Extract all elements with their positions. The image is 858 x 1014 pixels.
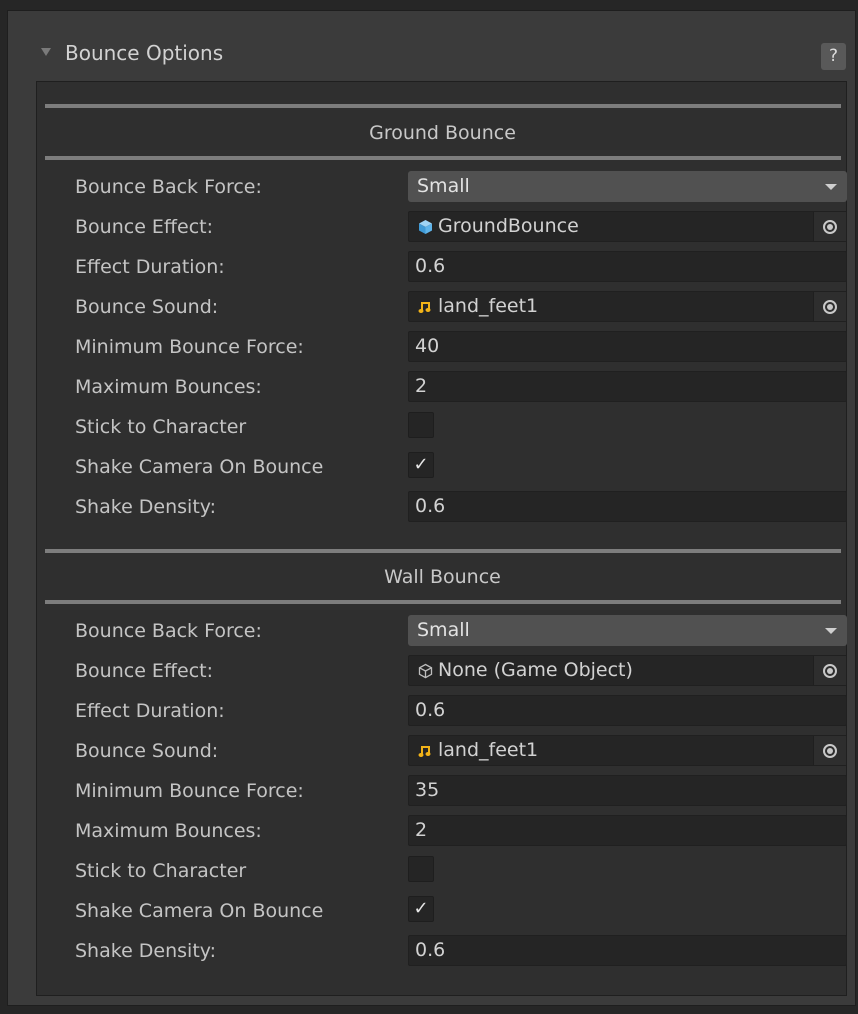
object-value: land_feet1	[438, 295, 539, 317]
wall-effect-duration-label: Effect Duration:	[75, 700, 225, 722]
ground-bounce-back-force-label: Bounce Back Force:	[75, 176, 262, 198]
wall-bounce-sound-label: Bounce Sound:	[75, 740, 219, 762]
wall-shake-camera-label: Shake Camera On Bounce	[75, 900, 324, 922]
ground-bounce-sound-field[interactable]: land_feet1	[408, 291, 847, 322]
wall-shake-density-label: Shake Density:	[75, 940, 217, 962]
object-picker-dot	[827, 304, 833, 310]
ground-bounce-sound-label: Bounce Sound:	[75, 296, 219, 318]
ground-effect-duration-input[interactable]: 0.6	[408, 251, 847, 282]
wall-stick-to-character-label: Stick to Character	[75, 860, 247, 882]
ground-min-bounce-force-label: Minimum Bounce Force:	[75, 336, 304, 358]
section-divider	[45, 600, 841, 604]
panel-title[interactable]: Bounce Options	[65, 41, 223, 65]
object-picker-button[interactable]	[813, 736, 846, 765]
ground-shake-camera-checkbox[interactable]: ✓	[408, 452, 434, 478]
ground-bounce-back-force-dropdown[interactable]: Small	[408, 171, 847, 202]
object-value: land_feet1	[438, 739, 539, 761]
wall-stick-to-character-checkbox[interactable]	[408, 856, 434, 882]
checkmark-icon: ✓	[413, 454, 429, 475]
section-divider	[45, 549, 841, 553]
ground-shake-density-label: Shake Density:	[75, 496, 217, 518]
ground-stick-to-character-checkbox[interactable]	[408, 412, 434, 438]
ground-bounce-title: Ground Bounce	[369, 122, 516, 144]
foldout-header[interactable]: Bounce Options ?	[8, 11, 855, 71]
checkmark-icon: ✓	[413, 898, 429, 919]
wall-bounce-back-force-dropdown[interactable]: Small	[408, 615, 847, 646]
ground-min-bounce-force-input[interactable]: 40	[408, 331, 847, 362]
ground-bounce-effect-field[interactable]: GroundBounce	[408, 211, 847, 242]
ground-shake-camera-label: Shake Camera On Bounce	[75, 456, 324, 478]
prefab-cube-icon	[418, 219, 435, 235]
ground-stick-to-character-label: Stick to Character	[75, 416, 247, 438]
section-divider	[45, 104, 841, 108]
wall-bounce-title: Wall Bounce	[384, 566, 501, 588]
wall-max-bounces-label: Maximum Bounces:	[75, 820, 262, 842]
wall-shake-camera-checkbox[interactable]: ✓	[408, 896, 434, 922]
wall-shake-density-input[interactable]: 0.6	[408, 935, 847, 966]
object-picker-dot	[827, 224, 833, 230]
wall-effect-duration-input[interactable]: 0.6	[408, 695, 847, 726]
dropdown-arrow-icon	[825, 628, 837, 634]
dropdown-value: Small	[417, 175, 470, 197]
ground-bounce-effect-label: Bounce Effect:	[75, 216, 214, 238]
bounce-section-container: Ground Bounce Bounce Back Force: Small B…	[36, 81, 847, 996]
ground-max-bounces-input[interactable]: 2	[408, 371, 847, 402]
object-picker-button[interactable]	[813, 212, 846, 241]
wall-bounce-effect-label: Bounce Effect:	[75, 660, 214, 682]
help-button[interactable]: ?	[821, 43, 846, 70]
wall-max-bounces-input[interactable]: 2	[408, 815, 847, 846]
dropdown-arrow-icon	[825, 184, 837, 190]
audio-clip-icon	[418, 300, 435, 314]
wall-bounce-effect-field[interactable]: None (Game Object)	[408, 655, 847, 686]
ground-shake-density-input[interactable]: 0.6	[408, 491, 847, 522]
foldout-arrow-icon[interactable]	[41, 48, 51, 56]
object-picker-dot	[827, 668, 833, 674]
wall-bounce-back-force-label: Bounce Back Force:	[75, 620, 262, 642]
audio-clip-icon	[418, 744, 435, 758]
object-picker-button[interactable]	[813, 656, 846, 685]
wall-bounce-sound-field[interactable]: land_feet1	[408, 735, 847, 766]
gameobject-empty-icon	[418, 663, 435, 679]
object-value: None (Game Object)	[438, 659, 633, 681]
ground-max-bounces-label: Maximum Bounces:	[75, 376, 262, 398]
bounce-options-panel: Bounce Options ? Ground Bounce Bounce Ba…	[7, 10, 856, 1006]
wall-min-bounce-force-label: Minimum Bounce Force:	[75, 780, 304, 802]
dropdown-value: Small	[417, 619, 470, 641]
object-picker-button[interactable]	[813, 292, 846, 321]
object-value: GroundBounce	[438, 215, 579, 237]
wall-min-bounce-force-input[interactable]: 35	[408, 775, 847, 806]
section-divider	[45, 156, 841, 160]
ground-effect-duration-label: Effect Duration:	[75, 256, 225, 278]
object-picker-dot	[827, 748, 833, 754]
